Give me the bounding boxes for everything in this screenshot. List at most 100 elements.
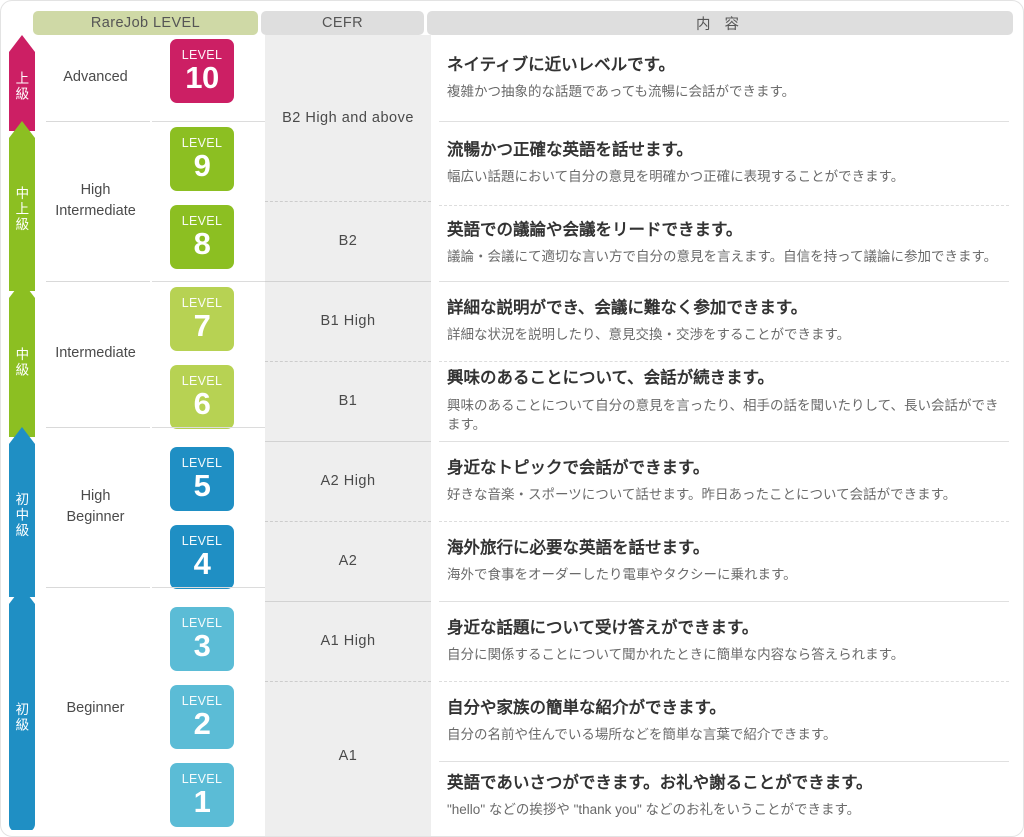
intermediate-band-label: 中級 — [13, 347, 29, 378]
content-row-description: 議論・会議にて適切な言い方で自分の意見を言えます。自信を持って議論に参加できます… — [447, 249, 998, 265]
content-row: 身近な話題について受け答えができます。自分に関係することについて聞かれたときに簡… — [447, 601, 1005, 681]
content-group-divider — [439, 441, 1009, 442]
level-badge-caption: LEVEL — [181, 295, 223, 310]
level-name-cell: High Intermediate — [39, 121, 152, 281]
high-intermediate-band-label-wrap: 中上級 — [7, 138, 33, 281]
level-group-divider — [152, 121, 265, 122]
cefr-cell: B2 High and above — [265, 35, 431, 201]
level-name-divider — [46, 427, 150, 428]
level-badge-number: 8 — [193, 226, 211, 262]
level-badge-5[interactable]: LEVEL 5 — [170, 447, 234, 511]
chart-grid: 上級中上級中級初中級初級 Advanced High Intermediate Int… — [1, 35, 1023, 836]
cefr-group-divider — [265, 441, 431, 442]
level-badge-caption: LEVEL — [181, 771, 223, 786]
level-name-cell: Beginner — [39, 587, 152, 830]
cefr-row-divider — [265, 201, 431, 202]
content-row-title: 身近なトピックで会話ができます。 — [447, 458, 710, 477]
level-badge-6[interactable]: LEVEL 6 — [170, 365, 234, 429]
header-cefr-label: CEFR — [321, 15, 364, 31]
content-row-title: 興味のあることについて、会話が続きます。 — [447, 369, 775, 388]
level-badge-caption: LEVEL — [181, 533, 223, 548]
level-badge-number: 10 — [185, 60, 219, 96]
content-row-title: 流暢かつ正確な英語を話せます。 — [447, 140, 693, 159]
high-beginner-band-label: 初中級 — [13, 492, 29, 539]
cefr-group-divider — [265, 281, 431, 282]
content-row: 流暢かつ正確な英語を話せます。幅広い話題において自分の意見を明確かつ正確に表現す… — [447, 121, 1005, 205]
cefr-row-divider — [265, 521, 431, 522]
content-row-description: 海外で食事をオーダーしたり電車やタクシーに乗れます。 — [447, 567, 797, 583]
high-beginner-band-label-wrap: 初中級 — [7, 444, 33, 587]
level-badge-caption: LEVEL — [181, 693, 223, 708]
intermediate-band-label-wrap: 中級 — [7, 298, 33, 427]
cefr-cell: A2 — [265, 521, 431, 601]
content-row: 自分や家族の簡単な紹介ができます。 自分の名前や住んでいる場所などを簡単な言葉で紹… — [447, 681, 1005, 761]
cefr-label: B1 — [338, 393, 358, 409]
content-row-description: 興味のあることについて自分の意見を言ったり、相手の話を聞いたりして、長い会話がで… — [447, 397, 999, 432]
content-row: 身近なトピックで会話ができます。 好きな音楽・スポーツについて話せます。昨日あった… — [447, 441, 1005, 521]
content-row-title: 身近な話題について受け答えができます。 — [447, 618, 759, 637]
level-badge-10[interactable]: LEVEL 10 — [170, 39, 234, 103]
content-row: 英語であいさつができます。お礼や謝ることができます。 "hello" などの挨拶や… — [447, 761, 1005, 831]
cefr-group-divider — [265, 601, 431, 602]
content-row-description: 自分に関係することについて聞かれたときに簡単な内容なら答えられます。 — [447, 647, 905, 663]
level-badge-number: 4 — [193, 546, 211, 582]
content-row: 興味のあることについて、会話が続きます。興味のあることについて自分の意見を言った… — [447, 361, 1005, 441]
cefr-cell: A2 High — [265, 441, 431, 521]
cefr-cell: B2 — [265, 201, 431, 281]
header-content: 内 容 — [427, 11, 1013, 35]
cefr-cell: A1 High — [265, 601, 431, 681]
cefr-cell: A1 — [265, 681, 431, 831]
content-row-title: 海外旅行に必要な英語を話せます。 — [447, 538, 710, 557]
header-cefr: CEFR — [261, 11, 424, 35]
level-badge-number: 9 — [193, 148, 211, 184]
level-badge-caption: LEVEL — [181, 47, 223, 62]
content-row-title: 自分や家族の簡単な紹介ができます。 — [447, 698, 726, 717]
level-name-divider — [46, 587, 150, 588]
level-name-label: Beginner — [66, 699, 125, 716]
level-badge-number: 3 — [193, 628, 211, 664]
cefr-label: A2 — [338, 553, 358, 569]
header-arrow-spacer — [1, 11, 33, 35]
table-header-row: RareJob LEVEL CEFR 内 容 — [1, 11, 1023, 35]
content-column: ネイティブに近いレベルです。 複雑かつ抽象的な話題であっても流暢に会話ができます。… — [431, 35, 1013, 836]
level-badge-2[interactable]: LEVEL 2 — [170, 685, 234, 749]
cefr-cell: B1 High — [265, 281, 431, 361]
header-content-label: 内 容 — [695, 16, 745, 33]
content-row-description: "hello" などの挨拶や "thank you" などのお礼をいうことができ… — [447, 802, 861, 818]
content-group-divider — [439, 121, 1009, 122]
content-group-divider — [439, 761, 1009, 762]
level-badge-4[interactable]: LEVEL 4 — [170, 525, 234, 589]
level-group-divider — [152, 281, 265, 282]
beginner-band-label-wrap: 初級 — [7, 604, 33, 830]
level-group-divider — [152, 427, 265, 428]
level-name-label: High Beginner — [66, 487, 125, 525]
header-rarejob-level-label: RareJob LEVEL — [90, 15, 201, 31]
content-row-description: 幅広い話題において自分の意見を明確かつ正確に表現することができます。 — [447, 169, 905, 185]
level-badge-9[interactable]: LEVEL 9 — [170, 127, 234, 191]
level-name-divider — [46, 281, 150, 282]
level-badge-caption: LEVEL — [181, 615, 223, 630]
level-badge-column: LEVEL 10 LEVEL 9 LEVEL 8 LEVEL 7 LEVEL 6 LEVEL 5 LEV… — [152, 35, 265, 836]
content-row: ネイティブに近いレベルです。 複雑かつ抽象的な話題であっても流暢に会話ができます。 — [447, 35, 1005, 121]
level-name-divider — [46, 121, 150, 122]
level-badge-number: 2 — [193, 706, 211, 742]
cefr-label: B1 High — [320, 313, 376, 329]
content-row-title: 詳細な説明ができ、会議に難なく参加できます。 — [447, 298, 808, 317]
cefr-row-divider — [265, 681, 431, 682]
level-badge-number: 7 — [193, 308, 211, 344]
level-badge-3[interactable]: LEVEL 3 — [170, 607, 234, 671]
content-row: 海外旅行に必要な英語を話せます。海外で食事をオーダーしたり電車やタクシーに乗れま… — [447, 521, 1005, 601]
content-row-title: 英語であいさつができます。お礼や謝ることができます。 — [447, 773, 873, 792]
level-badge-caption: LEVEL — [181, 213, 223, 228]
level-badge-number: 1 — [193, 784, 211, 820]
level-name-column: Advanced High Intermediate Intermediate High… — [39, 35, 152, 836]
level-badge-7[interactable]: LEVEL 7 — [170, 287, 234, 351]
advanced-band-label-wrap: 上級 — [7, 52, 33, 121]
level-badge-8[interactable]: LEVEL 8 — [170, 205, 234, 269]
level-badge-caption: LEVEL — [181, 373, 223, 388]
header-rarejob-level: RareJob LEVEL — [33, 11, 258, 35]
level-badge-1[interactable]: LEVEL 1 — [170, 763, 234, 827]
beginner-band-label: 初級 — [13, 701, 29, 733]
content-row-title: ネイティブに近いレベルです。 — [447, 55, 676, 74]
content-group-divider — [439, 601, 1009, 602]
